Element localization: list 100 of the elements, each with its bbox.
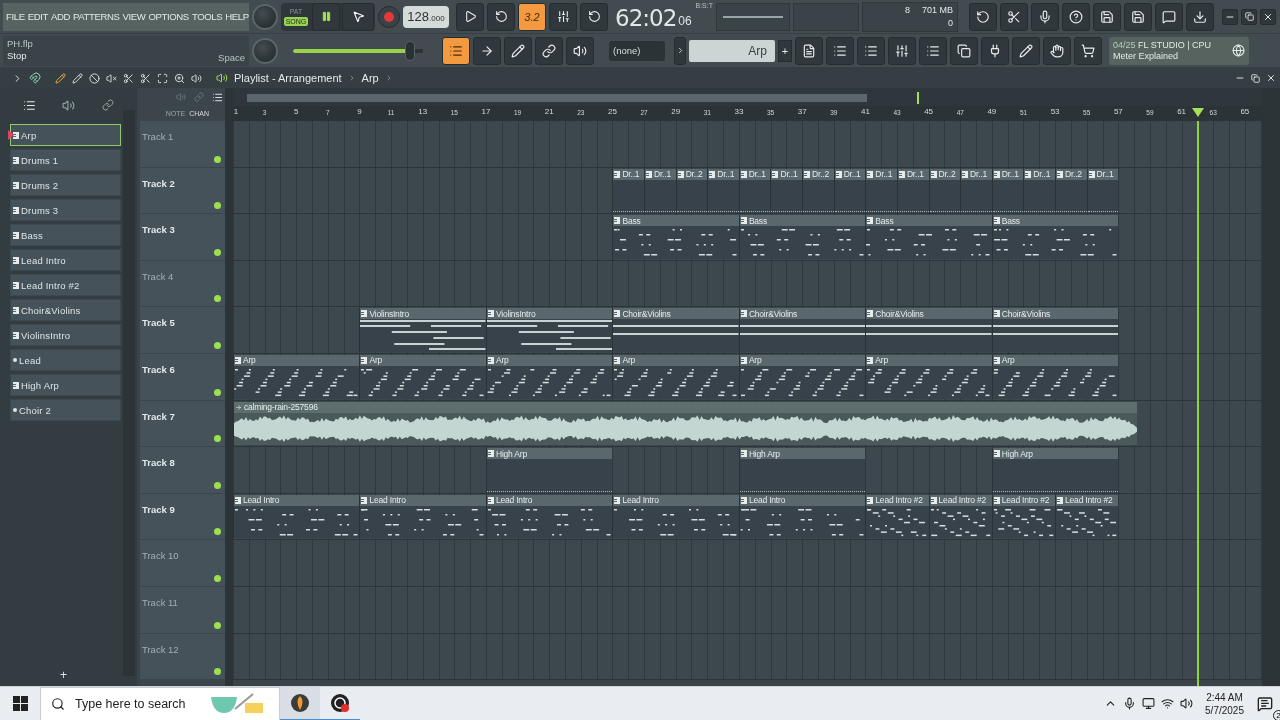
playlist-clip[interactable]: Lead Intro #2 (1055, 494, 1119, 539)
playlist-clip[interactable]: Arp (485, 354, 613, 399)
playlist-clip[interactable]: Choir&Violins (738, 308, 866, 352)
menu-item[interactable]: PATTERNS (73, 11, 120, 22)
track-header[interactable]: Track 11 (140, 586, 225, 634)
playlist-clip[interactable]: Dr..2 (928, 168, 961, 213)
playlist-clip[interactable]: Dr..1 (644, 168, 676, 213)
taskbar-search[interactable]: Type here to search (40, 686, 280, 720)
playlist-clip[interactable]: Choir&Violins (991, 308, 1119, 352)
playlist-clip[interactable]: Dr..1 (707, 168, 739, 213)
track-header[interactable]: Track 9 (140, 493, 225, 541)
track-lane[interactable]: ViolinsIntro ViolinsIntro Choir&Violins Choir&Violins Choir&Violins Choir&Violins (233, 307, 1262, 354)
playlist-clip[interactable]: calming-rain-257596 (233, 401, 1138, 446)
playlist-clip[interactable]: Bass (738, 215, 866, 259)
playlist-clip[interactable]: Bass (612, 215, 739, 259)
track-header[interactable]: Track 5 (140, 307, 225, 354)
playlist-clip[interactable]: Lead Intro (612, 494, 739, 539)
memory-value: 701 MB (920, 3, 953, 17)
pattern-item[interactable]: Drums 1 (10, 149, 121, 171)
news-panel[interactable]: 04/25 FL STUDIO | CPU Meter Explained (1109, 36, 1249, 65)
pattern-item[interactable]: Lead Intro #2 (10, 274, 121, 296)
clip-name: Bass (875, 215, 894, 226)
playlist-clip[interactable]: High Arp (738, 448, 866, 492)
playlist-clip[interactable]: Lead Intro #2 (928, 494, 992, 539)
clip-name: Arp (748, 355, 762, 366)
menu-item[interactable]: EDIT (27, 11, 48, 22)
track-header[interactable]: Track 10 (140, 540, 225, 587)
playlist-clip[interactable]: Dr..1 (865, 168, 897, 213)
track-header[interactable]: Track 12 (140, 633, 225, 681)
track-header[interactable]: Track 4 (140, 260, 225, 308)
menu-item[interactable]: VIEW (122, 11, 146, 22)
track-header[interactable]: Track 3 (140, 214, 225, 261)
playlist-clip[interactable]: High Arp (485, 448, 613, 492)
playlist-clip[interactable]: Dr..1 (896, 168, 929, 213)
playlist-clip[interactable]: Choir&Violins (612, 308, 739, 352)
pattern-picker[interactable]: Arp (689, 39, 775, 62)
playlist-clip[interactable]: Lead Intro #2 (991, 494, 1056, 539)
playlist-clip[interactable]: Arp (738, 354, 866, 399)
playlist-clip[interactable]: Lead Intro (738, 494, 866, 539)
clock[interactable]: 2:44 AM 5/7/2025 (1199, 690, 1250, 717)
search-field[interactable]: Type here to search (73, 695, 203, 712)
track-header[interactable]: Track 8 (140, 447, 225, 494)
playlist-clip[interactable]: Dr..1 (612, 168, 644, 213)
track-lane[interactable]: Arp Arp Arp Arp Arp Arp Arp (233, 353, 1262, 401)
pattern-item[interactable]: ViolinsIntro (10, 324, 121, 346)
pattern-item[interactable]: High Arp (10, 374, 121, 396)
playlist-clip[interactable]: Arp (233, 354, 360, 399)
pattern-item[interactable]: Choir&Violins (10, 299, 121, 321)
playlist-clip[interactable]: Dr..1 (1023, 168, 1055, 213)
pattern-item[interactable]: Lead (10, 349, 121, 371)
track-header[interactable]: Track 7 (140, 400, 225, 448)
playlist-clip[interactable]: Dr..1 (833, 168, 866, 213)
playlist-clip[interactable]: Lead Intro (233, 494, 360, 539)
pattern-item[interactable]: Drums 3 (10, 199, 121, 221)
playlist-clip[interactable]: Dr..1 (991, 168, 1024, 213)
countdown-button[interactable]: 3.2 (518, 2, 546, 31)
pattern-item[interactable]: Lead Intro (10, 249, 121, 271)
pattern-item[interactable]: Arp (10, 124, 121, 146)
pattern-item[interactable]: Drums 2 (10, 174, 121, 196)
bar-number: 53 (1050, 107, 1060, 116)
channel-dropdown[interactable]: (none) (609, 40, 665, 61)
playlist-clip[interactable]: Dr..1 (770, 168, 803, 213)
playlist-clip[interactable]: Dr..2 (802, 168, 834, 213)
track-lane[interactable]: Bass Bass Bass Bass (233, 214, 1262, 261)
pattern-item[interactable]: Choir 2 (10, 399, 121, 421)
playlist-clip[interactable]: Arp (865, 354, 992, 399)
menu-item[interactable]: TOOLS (191, 11, 223, 22)
menu-item[interactable]: ADD (50, 11, 70, 22)
playlist-clip[interactable]: Bass (991, 215, 1119, 259)
track-header[interactable]: Track 2 (140, 167, 225, 215)
menu-item[interactable]: OPTIONS (148, 11, 189, 22)
playlist-clip[interactable]: ViolinsIntro (359, 308, 486, 352)
playlist-clip[interactable]: Dr..1 (960, 168, 992, 213)
pattern-item[interactable]: Bass (10, 224, 121, 246)
track-lane[interactable]: High Arp High Arp High Arp (233, 447, 1262, 494)
tempo-field[interactable]: 128.000 (403, 5, 449, 28)
playlist-clip[interactable]: Dr..2 (1054, 168, 1087, 213)
playlist-clip[interactable]: Lead Intro (485, 494, 613, 539)
add-button[interactable]: + (60, 668, 67, 682)
playlist-clip[interactable]: Dr..2 (675, 168, 708, 213)
track-lane[interactable]: calming-rain-257596 (233, 400, 1262, 448)
notification-button[interactable]: 2 (1250, 688, 1280, 719)
playlist-clip[interactable]: ViolinsIntro (485, 308, 613, 352)
playlist-clip[interactable]: Arp (359, 354, 486, 399)
playlist-clip[interactable]: Arp (991, 354, 1119, 399)
playlist-clip[interactable]: High Arp (991, 448, 1119, 492)
track-lane[interactable]: Lead Intro Lead Intro Lead Intro Lead Intro Lead Intro Lead Intro #2 Lead Intro #2 Lead Intro #2 Lead Intro #2 (233, 493, 1262, 541)
menu-item[interactable]: FILE (6, 11, 25, 22)
playlist-clip[interactable]: Bass (865, 215, 992, 259)
playlist-clip[interactable]: Choir&Violins (865, 308, 992, 352)
track-lane[interactable]: Dr..1 Dr..1 Dr..2 Dr..1 Dr..1 Dr..1 Dr..2 Dr..1 Dr..1 Dr..1 Dr..2 Dr..1 Dr..1 Dr..1 Dr..2 Dr..1 (233, 167, 1262, 215)
playlist-clip[interactable]: Lead Intro #2 (865, 494, 929, 539)
playlist-clip[interactable]: Dr..1 (1086, 168, 1119, 213)
playlist-clip[interactable]: Lead Intro (359, 494, 486, 539)
playlist-clip[interactable]: Dr..1 (738, 168, 771, 213)
playlist-clip[interactable]: Arp (612, 354, 739, 399)
add-pattern-button[interactable]: + (778, 39, 792, 62)
track-header[interactable]: Track 1 (140, 121, 225, 168)
track-header[interactable]: Track 6 (140, 353, 225, 401)
menu-item[interactable]: HELP (225, 11, 249, 22)
